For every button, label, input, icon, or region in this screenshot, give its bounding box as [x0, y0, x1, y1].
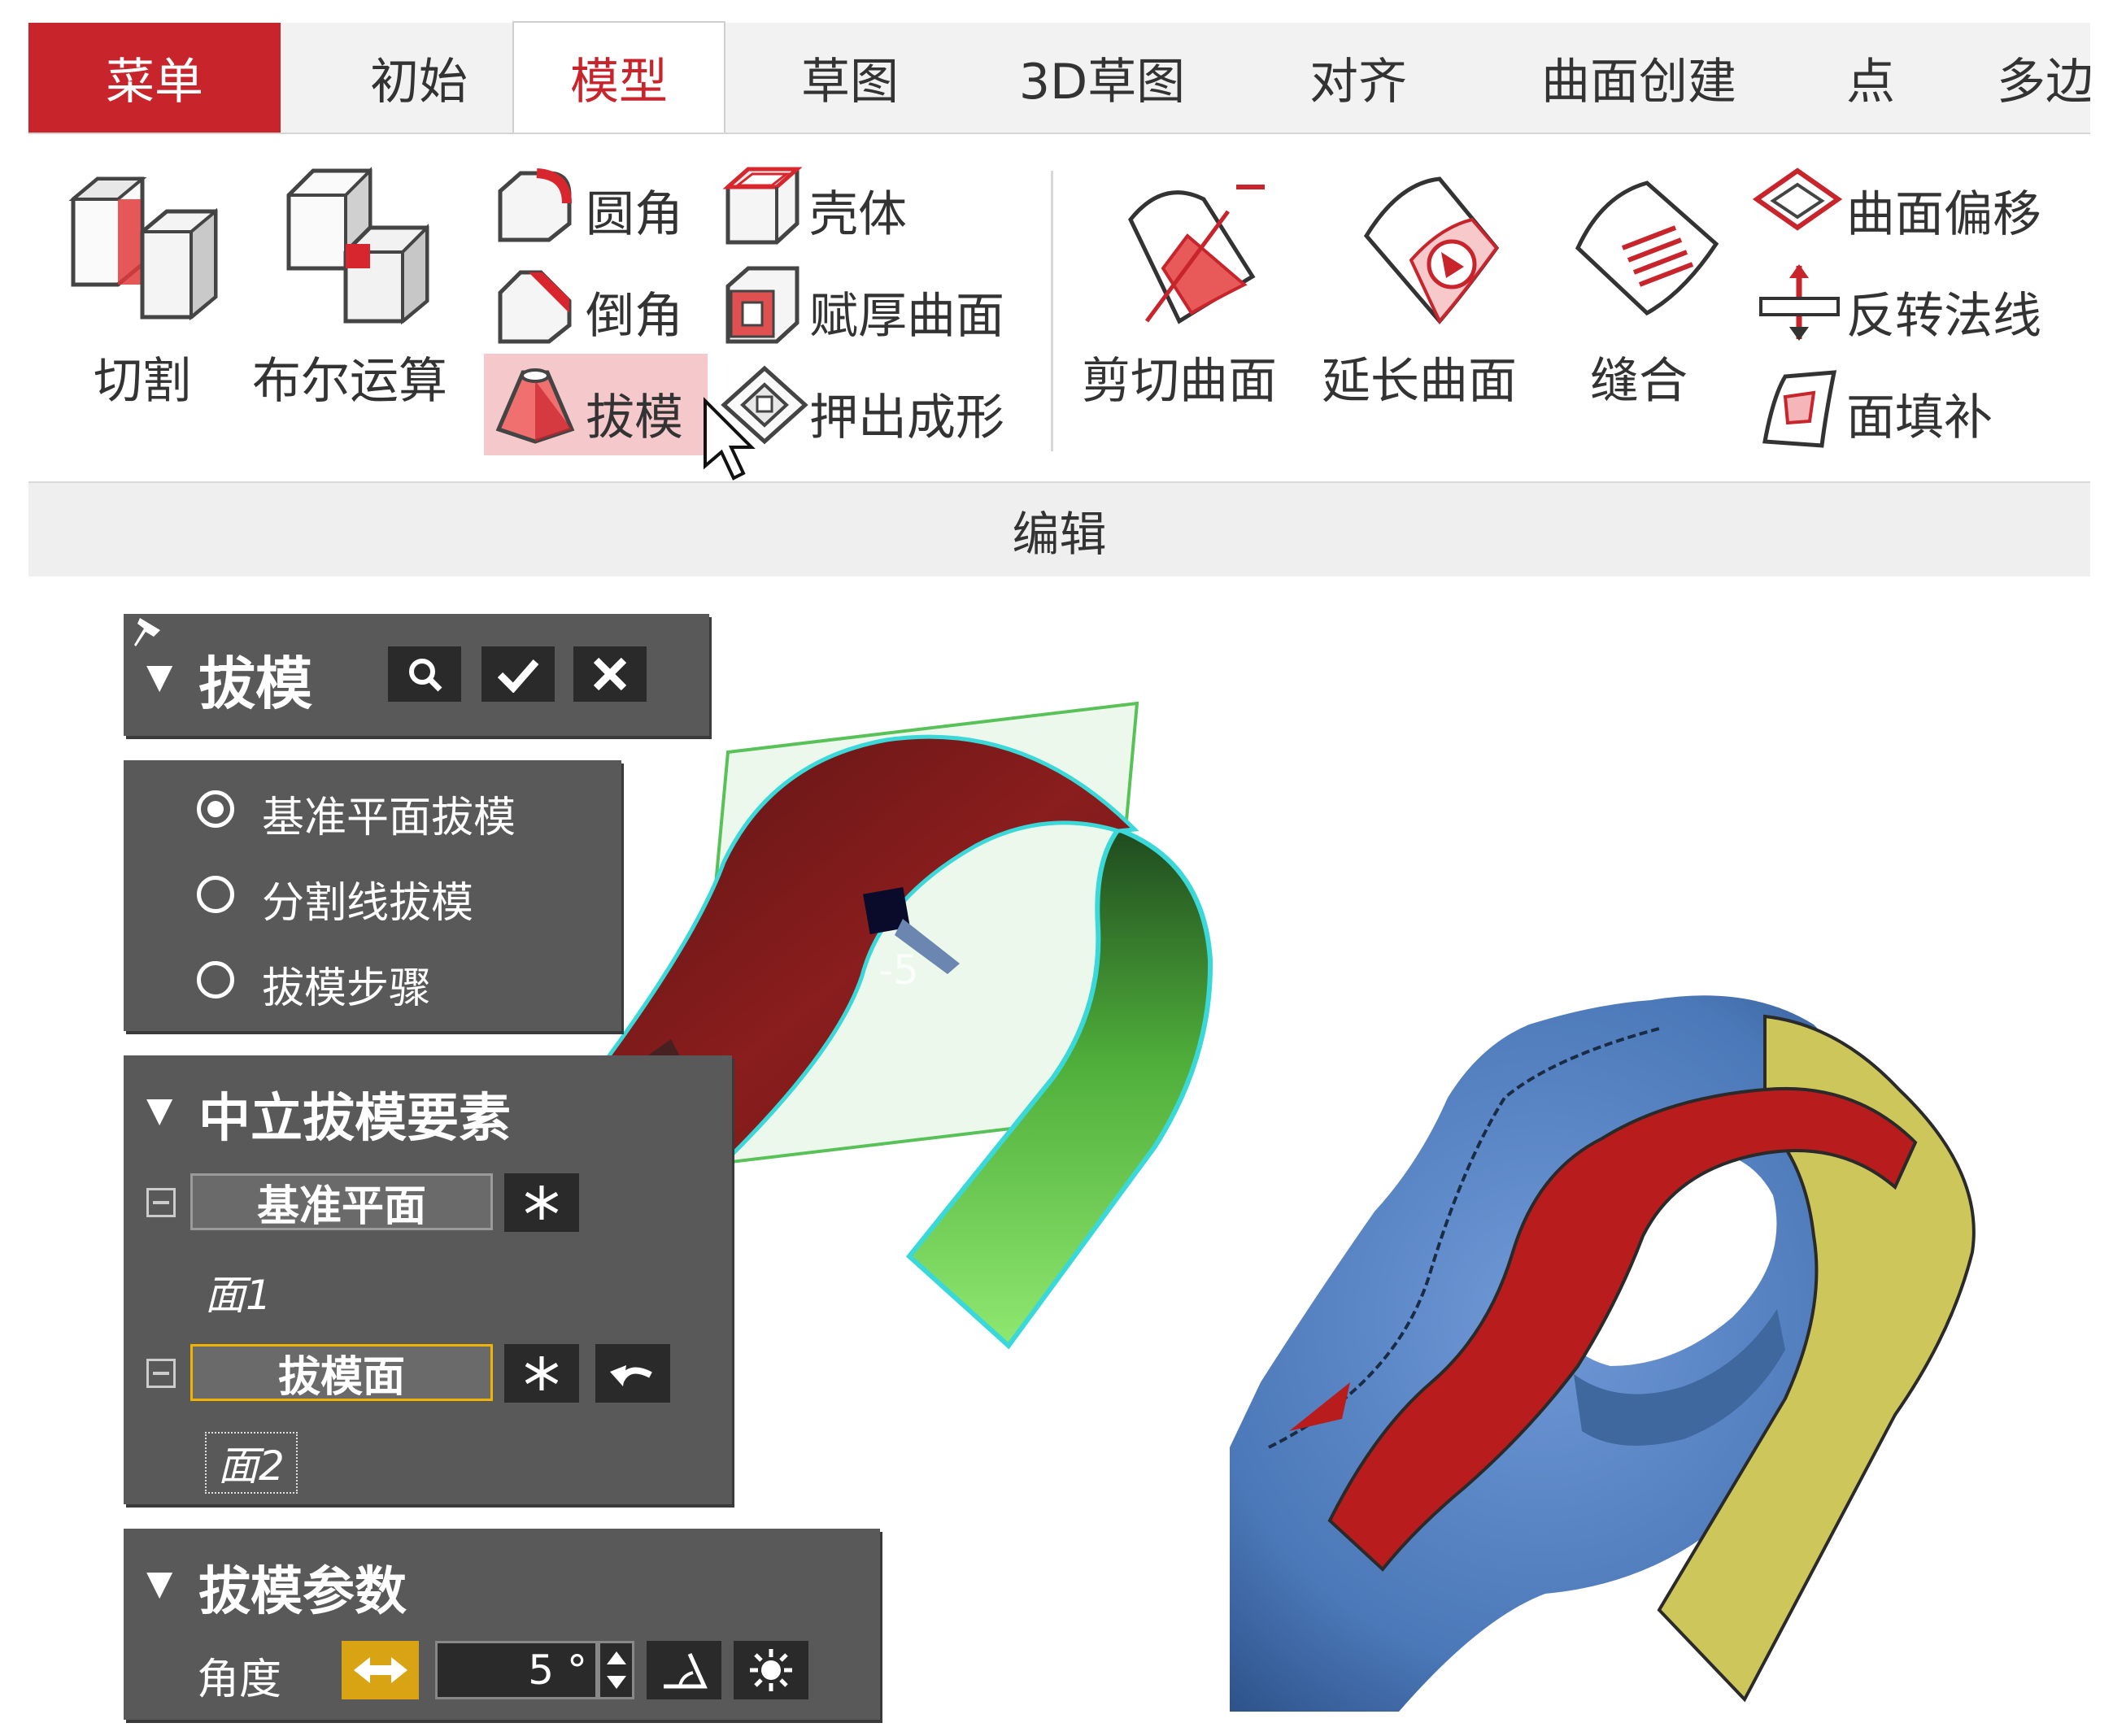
neutral-panel-title: 中立拔模要素	[198, 1089, 511, 1149]
sun-gear-icon	[750, 1649, 792, 1691]
params-panel-title: 拔模参数	[198, 1562, 407, 1622]
angle-measure-button[interactable]	[647, 1641, 721, 1699]
angle-spinner[interactable]	[598, 1641, 634, 1699]
collapse-arrow-icon[interactable]: ▼	[146, 1090, 172, 1129]
undo-icon	[610, 1365, 652, 1386]
asterisk-icon	[525, 1356, 559, 1390]
neutral-element-panel: ▼ 中立拔模要素 基准平面 面1 拔模面 面2	[124, 1055, 732, 1504]
collapse-draft-face-icon[interactable]	[146, 1359, 176, 1388]
draft-panel-title: 拔模	[198, 650, 312, 717]
asterisk-icon	[525, 1186, 559, 1220]
option-datum-plane-draft[interactable]: 基准平面拔模	[262, 783, 516, 844]
confirm-button[interactable]	[481, 646, 555, 702]
plane-picker-button[interactable]	[504, 1173, 579, 1232]
collapse-arrow-icon[interactable]: ▼	[146, 656, 172, 696]
option-parting-line-draft[interactable]: 分割线拔模	[262, 868, 473, 929]
draft-face-picker-button[interactable]	[504, 1344, 579, 1403]
radio-parting-line-draft[interactable]	[197, 876, 234, 913]
draft-face-value: 面2	[205, 1432, 298, 1494]
collapse-arrow-icon[interactable]: ▼	[146, 1563, 172, 1603]
collapse-plane-icon[interactable]	[146, 1188, 176, 1217]
draft-panel-header: ▼ 拔模	[124, 614, 709, 736]
preview-light-button[interactable]	[734, 1641, 808, 1699]
angle-tag: -5	[878, 946, 919, 994]
radio-draft-step[interactable]	[197, 961, 234, 999]
cancel-button[interactable]	[573, 646, 647, 702]
radio-datum-plane-draft[interactable]	[197, 790, 234, 828]
flip-direction-button[interactable]	[342, 1641, 419, 1699]
angle-label: 角度	[197, 1656, 282, 1704]
datum-plane-value: 面1	[205, 1272, 272, 1319]
magnifier-icon	[409, 659, 442, 692]
option-draft-step[interactable]: 拔模步骤	[262, 954, 431, 1015]
angle-measure-icon	[664, 1652, 708, 1689]
pin-icon[interactable]	[128, 614, 168, 655]
draft-type-panel: 基准平面拔模 分割线拔模 拔模步骤	[124, 760, 621, 1031]
check-icon	[497, 659, 539, 693]
close-icon	[593, 657, 627, 691]
preview-button[interactable]	[388, 646, 461, 702]
angle-input[interactable]: 5 °	[435, 1641, 598, 1699]
draft-params-panel: ▼ 拔模参数 角度 5 °	[124, 1529, 880, 1720]
draft-face-field[interactable]: 拔模面	[190, 1344, 493, 1402]
spinner-icon	[607, 1651, 626, 1689]
double-arrow-icon	[353, 1657, 407, 1683]
angle-value: 5 °	[528, 1647, 587, 1694]
undo-button[interactable]	[595, 1344, 670, 1403]
datum-plane-field[interactable]: 基准平面	[190, 1173, 493, 1231]
